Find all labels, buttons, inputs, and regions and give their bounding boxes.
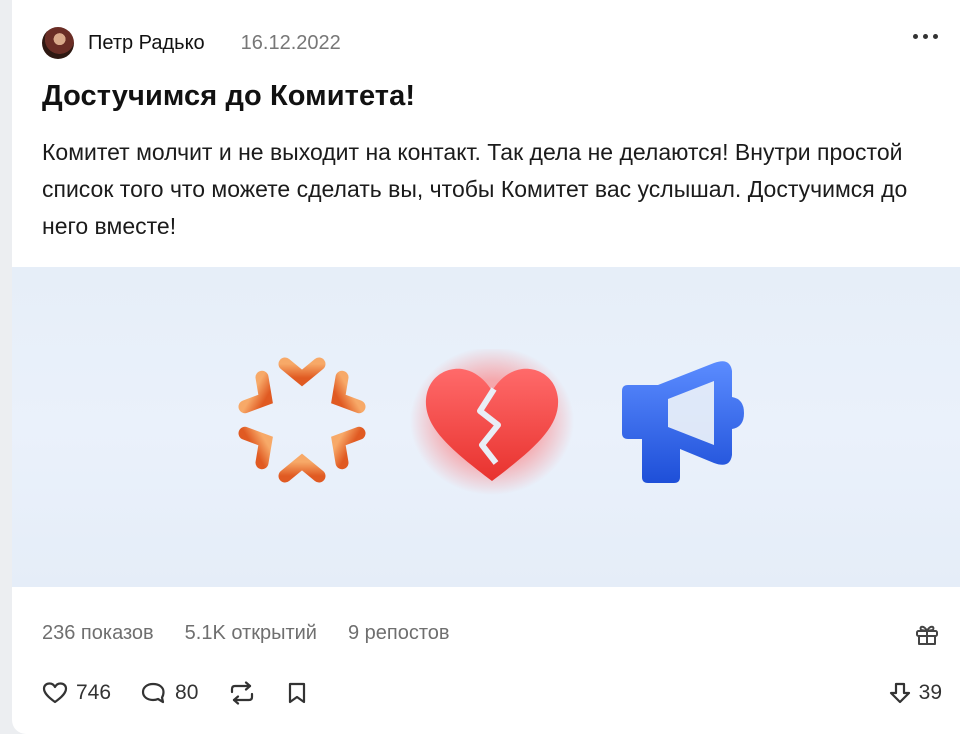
post-body[interactable]: Комитет молчит и не выходит на контакт. …	[42, 134, 952, 245]
arrow-down-icon	[889, 682, 910, 704]
views-count: 236 показов	[42, 622, 154, 644]
opens-count: 5.1K открытий	[184, 622, 317, 644]
dislike-button[interactable]: 39	[889, 678, 942, 708]
broken-heart-icon	[410, 349, 574, 495]
post-cover-image[interactable]	[12, 267, 960, 587]
post-card: Петр Радько 16.12.2022 Достучимся до Ком…	[12, 0, 960, 734]
post-header: Петр Радько 16.12.2022	[42, 25, 341, 61]
like-button[interactable]: 746	[42, 681, 111, 705]
snowflake-icon	[238, 349, 366, 491]
repost-icon	[231, 681, 254, 705]
post-actions: 746 80	[42, 678, 338, 708]
more-dot-icon	[913, 34, 918, 39]
heart-outline-icon	[42, 682, 68, 704]
comments-count: 80	[175, 681, 199, 704]
likes-count: 746	[76, 681, 112, 704]
author-avatar[interactable]	[42, 27, 74, 59]
post-stats: 236 показов 5.1K открытий 9 репостов	[42, 622, 450, 645]
more-dot-icon	[933, 34, 938, 39]
more-options-button[interactable]	[913, 34, 938, 39]
post-title[interactable]: Достучимся до Комитета!	[42, 80, 415, 113]
author-name[interactable]: Петр Радько	[88, 32, 205, 55]
comment-icon	[141, 682, 165, 704]
reposts-count: 9 репостов	[347, 622, 450, 644]
post-date: 16.12.2022	[240, 31, 341, 54]
bookmark-button[interactable]	[286, 681, 308, 705]
more-dot-icon	[923, 34, 928, 39]
repost-button[interactable]	[228, 681, 256, 705]
comments-button[interactable]: 80	[141, 681, 198, 705]
gift-icon[interactable]	[914, 621, 940, 647]
dislikes-count: 39	[918, 681, 942, 704]
bookmark-icon	[289, 682, 306, 704]
megaphone-icon	[622, 361, 744, 483]
